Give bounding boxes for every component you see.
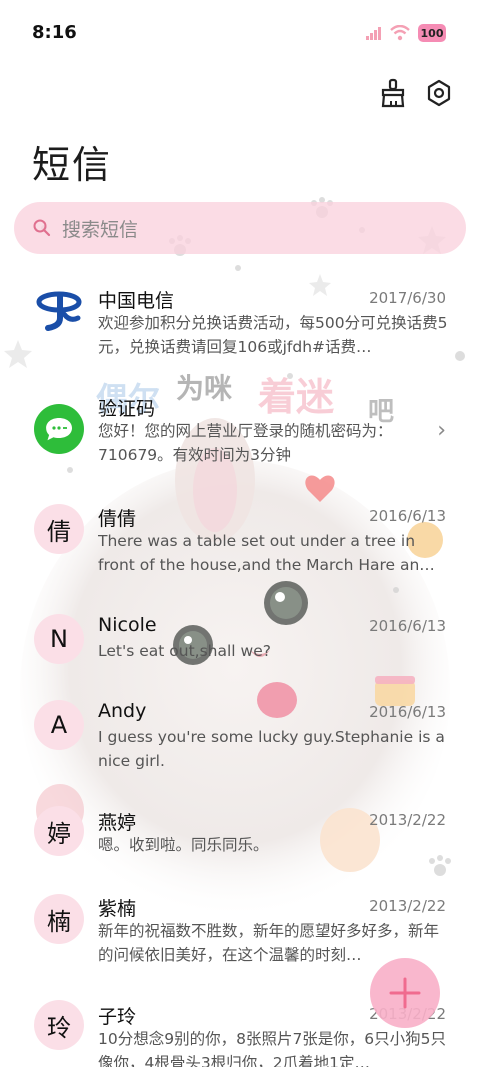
- message-snippet: I guess you're some lucky guy.Stephanie …: [98, 728, 445, 770]
- contact-name: Andy: [98, 700, 147, 722]
- broom-icon[interactable]: [378, 78, 408, 108]
- contact-name: 子玲: [98, 1006, 137, 1028]
- message-snippet: 嗯。收到啦。同乐同乐。: [98, 836, 269, 854]
- contact-avatar: 玲: [34, 1000, 84, 1050]
- message-date: 2013/2/22: [369, 897, 446, 915]
- contact-name: 验证码: [98, 398, 156, 420]
- contact-name: 倩倩: [98, 508, 137, 530]
- page-title: 短信: [32, 143, 113, 187]
- message-date: 2013/2/22: [369, 811, 446, 829]
- battery-icon: 100: [418, 24, 446, 42]
- message-row-china-telecom[interactable]: 中国电信 2017/6/30 欢迎参加积分兑换话费活动，每500分可兑换话费5元…: [0, 270, 480, 380]
- chat-bubble-icon: [34, 404, 84, 454]
- search-icon: [33, 219, 51, 237]
- message-snippet: 欢迎参加积分兑换话费活动，每500分可兑换话费5元，兑换话费请回复106或jfd…: [98, 314, 448, 356]
- telecom-logo-icon: [34, 284, 84, 334]
- contact-name: 燕婷: [98, 812, 137, 834]
- signal-icon: [366, 27, 381, 40]
- new-message-button[interactable]: [370, 958, 440, 1028]
- message-snippet: Let's eat out,shall we?: [98, 642, 271, 660]
- status-bar: 8:16 100: [0, 0, 480, 68]
- message-date: 2016/6/13: [369, 507, 446, 525]
- wifi-icon: [390, 25, 410, 41]
- message-date: 2017/6/30: [369, 289, 446, 307]
- message-row-qianqian[interactable]: 倩 倩倩 2016/6/13 There was a table set out…: [0, 492, 480, 602]
- message-row-verification-code[interactable]: 验证码 › 您好！您的网上营业厅登录的随机密码为：710679。有效时间为3分钟: [0, 382, 480, 492]
- contact-avatar: N: [34, 614, 84, 664]
- search-input[interactable]: 搜索短信: [14, 202, 466, 254]
- plus-icon: [389, 977, 421, 1009]
- contact-avatar: 倩: [34, 504, 84, 554]
- status-icons: 100: [366, 24, 446, 42]
- chevron-right-icon: ›: [437, 418, 446, 443]
- message-snippet: There was a table set out under a tree i…: [98, 532, 435, 574]
- message-date: 2016/6/13: [369, 703, 446, 721]
- top-actions: [378, 78, 454, 108]
- message-row-yanting[interactable]: 婷 燕婷 2013/2/22 嗯。收到啦。同乐同乐。: [0, 798, 480, 884]
- contact-name: 中国电信: [98, 290, 175, 312]
- message-row-andy[interactable]: A Andy 2016/6/13 I guess you're some luc…: [0, 688, 480, 794]
- message-row-nicole[interactable]: N Nicole 2016/6/13 Let's eat out,shall w…: [0, 602, 480, 688]
- message-snippet: 10分想念9别的你，8张照片7张是你，6只小狗5只像你，4根骨头3根归你，2爪着…: [98, 1030, 447, 1067]
- settings-icon[interactable]: [424, 78, 454, 108]
- contact-avatar: A: [34, 700, 84, 750]
- search-placeholder: 搜索短信: [62, 218, 139, 241]
- contact-avatar: 楠: [34, 894, 84, 944]
- contact-avatar: 婷: [34, 806, 84, 856]
- contact-name: Nicole: [98, 614, 157, 636]
- contact-name: 紫楠: [98, 898, 137, 920]
- status-time: 8:16: [32, 22, 77, 43]
- message-date: 2016/6/13: [369, 617, 446, 635]
- message-snippet: 您好！您的网上营业厅登录的随机密码为：710679。有效时间为3分钟: [98, 422, 393, 464]
